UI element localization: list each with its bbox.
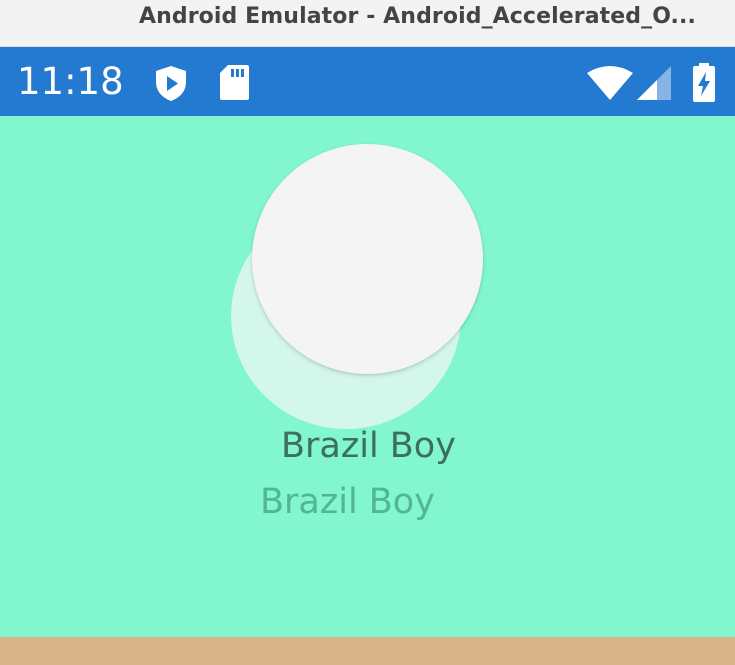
cellular-signal-icon <box>635 64 673 102</box>
window-titlebar: Android Emulator - Android_Accelerated_O… <box>0 0 735 47</box>
android-status-bar: 11:18 <box>0 47 735 116</box>
wifi-icon <box>586 65 634 101</box>
shield-play-icon <box>154 65 188 102</box>
battery-charging-icon <box>692 62 716 103</box>
app-content: Brazil Boy Brazil Boy <box>0 116 735 637</box>
avatar-circle-front[interactable] <box>252 144 483 374</box>
window-title: Android Emulator - Android_Accelerated_O… <box>139 4 696 29</box>
profile-name-front: Brazil Boy <box>281 426 456 466</box>
sd-card-icon <box>219 64 250 101</box>
status-time: 11:18 <box>17 60 124 103</box>
profile-name-back: Brazil Boy <box>260 482 435 522</box>
bottom-strip <box>0 637 735 665</box>
